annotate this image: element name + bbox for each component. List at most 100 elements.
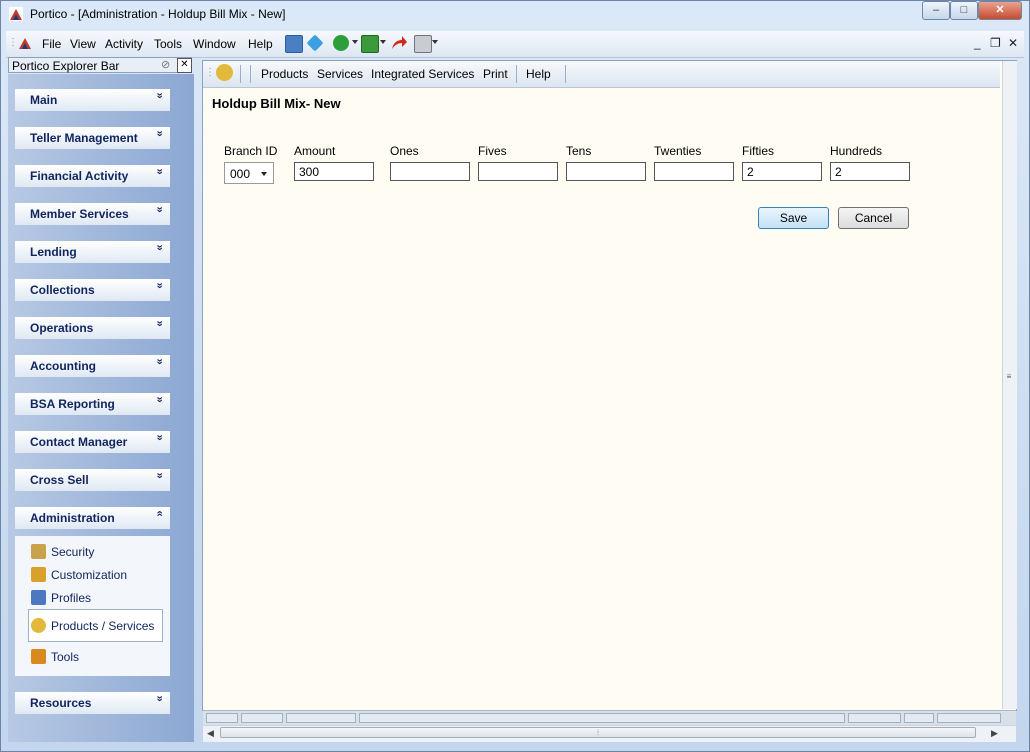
- label-hundreds: Hundreds: [830, 144, 883, 158]
- explorer-bar-title: Portico Explorer Bar: [12, 59, 120, 73]
- label-ones: Ones: [390, 144, 419, 158]
- window-title: Portico - [Administration - Holdup Bill …: [30, 7, 286, 21]
- hammer-icon: [31, 567, 46, 582]
- menu-window[interactable]: Window: [193, 37, 236, 51]
- chevron-down-icon: »: [153, 434, 166, 441]
- mdi-restore-button[interactable]: ❐: [990, 36, 1001, 50]
- status-cell: [241, 713, 283, 723]
- chevron-down-icon: »: [153, 320, 166, 327]
- status-cell: [286, 713, 356, 723]
- status-cell: [937, 713, 1001, 723]
- group-contact-manager[interactable]: Contact Manager»: [15, 431, 170, 453]
- pin-icon[interactable]: ⊘: [161, 58, 170, 71]
- subbar-integrated-services[interactable]: Integrated Services: [371, 67, 474, 81]
- chevron-down-icon: »: [153, 282, 166, 289]
- chevron-down-icon[interactable]: [380, 40, 386, 44]
- menu-view[interactable]: View: [70, 37, 96, 51]
- chevron-down-icon: »: [153, 244, 166, 251]
- group-accounting[interactable]: Accounting»: [15, 355, 170, 377]
- scroll-right-icon[interactable]: ▶: [991, 728, 998, 739]
- label-twenties: Twenties: [654, 144, 702, 158]
- separator: [516, 65, 517, 83]
- separator: [250, 65, 251, 83]
- toolbox-icon: [31, 649, 46, 664]
- subbar-products[interactable]: Products: [261, 67, 308, 81]
- menu-help[interactable]: Help: [248, 37, 273, 51]
- subbar-print[interactable]: Print: [483, 67, 508, 81]
- star-person-icon: [31, 618, 46, 633]
- twenties-input[interactable]: [654, 162, 734, 181]
- subbar-help[interactable]: Help: [526, 67, 551, 81]
- chevron-down-icon: »: [153, 206, 166, 213]
- cancel-button[interactable]: Cancel: [838, 207, 909, 229]
- minimize-button[interactable]: –: [922, 1, 950, 20]
- close-button[interactable]: ✕: [978, 1, 1022, 20]
- menu-activity[interactable]: Activity: [105, 37, 143, 51]
- branch-id-select[interactable]: 000: [224, 162, 274, 184]
- form-title: Holdup Bill Mix- New: [212, 96, 341, 111]
- group-member-services[interactable]: Member Services»: [15, 203, 170, 225]
- dollar-icon[interactable]: [361, 35, 379, 53]
- explorer-close-icon[interactable]: ✕: [177, 58, 192, 73]
- chevron-down-icon: »: [153, 472, 166, 479]
- mdi-close-button[interactable]: ✕: [1008, 36, 1018, 50]
- printer-icon[interactable]: [414, 35, 432, 53]
- chevron-down-icon[interactable]: [432, 40, 438, 44]
- label-branch-id: Branch ID: [224, 144, 278, 158]
- menu-bar: ⋮ File View Activity Tools Window Help _…: [6, 31, 1024, 58]
- label-fifties: Fifties: [742, 144, 775, 158]
- scroll-grip-icon[interactable]: ≡: [1004, 372, 1014, 392]
- menu-tools[interactable]: Tools: [154, 37, 182, 51]
- group-main[interactable]: Main»: [15, 89, 170, 111]
- explorer-bar-header: Portico Explorer Bar ⊘ ✕: [8, 57, 192, 73]
- group-teller-management[interactable]: Teller Management»: [15, 127, 170, 149]
- subbar-services[interactable]: Services: [317, 67, 363, 81]
- tens-input[interactable]: [566, 162, 646, 181]
- group-resources[interactable]: Resources»: [15, 692, 170, 714]
- separator: [240, 65, 241, 83]
- administration-items: Security Customization Profiles Products…: [15, 536, 170, 676]
- group-operations[interactable]: Operations»: [15, 317, 170, 339]
- group-bsa-reporting[interactable]: BSA Reporting»: [15, 393, 170, 415]
- redo-arrow-icon[interactable]: [390, 35, 408, 51]
- star-person-icon[interactable]: [216, 64, 233, 81]
- scroll-left-icon[interactable]: ◀: [207, 728, 214, 739]
- money-bag-icon[interactable]: [333, 35, 349, 51]
- amount-input[interactable]: [294, 162, 374, 181]
- ones-input[interactable]: [390, 162, 470, 181]
- save-button[interactable]: Save: [758, 207, 829, 229]
- separator: [565, 65, 566, 83]
- fives-input[interactable]: [478, 162, 558, 181]
- group-lending[interactable]: Lending»: [15, 241, 170, 263]
- fifties-input[interactable]: [742, 162, 822, 181]
- chevron-down-icon: »: [153, 92, 166, 99]
- mdi-minimize-button[interactable]: _: [974, 36, 981, 50]
- menu-file[interactable]: File: [42, 37, 61, 51]
- chevron-up-icon: «: [153, 510, 166, 517]
- group-administration[interactable]: Administration «: [15, 507, 170, 529]
- label-amount: Amount: [294, 144, 336, 158]
- group-cross-sell[interactable]: Cross Sell»: [15, 469, 170, 491]
- portico-logo-icon: [19, 38, 31, 49]
- group-collections[interactable]: Collections»: [15, 279, 170, 301]
- admin-item-products-services[interactable]: Products / Services: [28, 609, 163, 642]
- status-cell: [359, 713, 845, 723]
- calculator-icon[interactable]: [285, 35, 303, 53]
- sub-toolbar: ⋮ Products Services Integrated Services …: [203, 61, 1000, 88]
- hundreds-input[interactable]: [830, 162, 910, 181]
- status-cell: [904, 713, 934, 723]
- status-cell: [206, 713, 238, 723]
- title-bar[interactable]: Portico - [Administration - Holdup Bill …: [0, 0, 1030, 28]
- status-cell: [848, 713, 901, 723]
- chevron-down-icon: »: [153, 695, 166, 702]
- label-fives: Fives: [478, 144, 507, 158]
- eraser-icon[interactable]: [306, 34, 324, 52]
- maximize-button[interactable]: □: [950, 1, 978, 20]
- chevron-down-icon: »: [153, 130, 166, 137]
- chevron-down-icon[interactable]: [352, 40, 358, 44]
- group-financial-activity[interactable]: Financial Activity»: [15, 165, 170, 187]
- chevron-down-icon: »: [153, 396, 166, 403]
- portico-logo-icon: [9, 7, 23, 21]
- horizontal-scroll-thumb[interactable]: ⦙: [220, 727, 976, 738]
- key-icon: [31, 544, 46, 559]
